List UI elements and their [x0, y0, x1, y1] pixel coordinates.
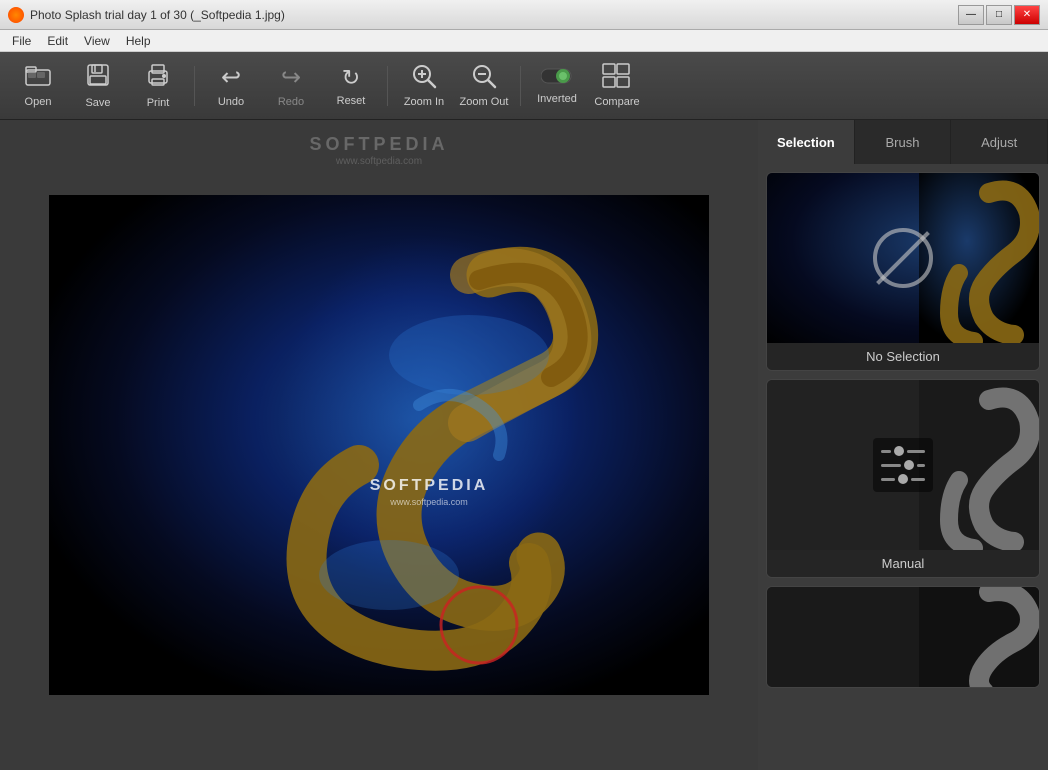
save-label: Save — [85, 97, 110, 109]
separator-3 — [520, 66, 521, 106]
no-selection-icon — [873, 228, 933, 288]
image-canvas: SOFTPEDIA www.softpedia.com — [49, 195, 709, 695]
title-bar: Photo Splash trial day 1 of 30 (_Softped… — [0, 0, 1048, 30]
redo-button[interactable]: ↪ Redo — [263, 58, 319, 114]
redo-icon: ↪ — [281, 63, 301, 92]
app-icon — [8, 7, 24, 23]
print-icon — [145, 63, 171, 93]
menu-edit[interactable]: Edit — [39, 32, 76, 50]
compare-icon — [602, 63, 632, 92]
no-selection-card[interactable]: No Selection — [766, 172, 1040, 371]
inverted-button[interactable]: Inverted — [529, 58, 585, 114]
manual-preview — [767, 380, 1039, 550]
zoom-out-icon — [471, 63, 497, 92]
separator-2 — [387, 66, 388, 106]
photo-image: SOFTPEDIA www.softpedia.com — [49, 195, 709, 695]
reset-icon: ↻ — [342, 65, 360, 91]
tab-selection[interactable]: Selection — [758, 120, 855, 164]
manual-label: Manual — [767, 550, 1039, 577]
main-area: SOFTPEDIA www.softpedia.com SOFTPEDIA ww… — [0, 120, 1048, 770]
close-button[interactable]: ✕ — [1014, 5, 1040, 25]
zoom-out-label: Zoom Out — [460, 96, 509, 108]
open-button[interactable]: Open — [10, 58, 66, 114]
undo-label: Undo — [218, 96, 244, 108]
toolbar: Open Save Print ↩ Undo ↪ Redo ↻ Reset Zo… — [0, 52, 1048, 120]
reset-label: Reset — [337, 95, 366, 107]
zoom-in-button[interactable]: Zoom In — [396, 58, 452, 114]
inverted-icon — [541, 66, 573, 89]
zoom-in-icon — [411, 63, 437, 92]
save-icon — [86, 63, 110, 93]
maximize-button[interactable]: □ — [986, 5, 1012, 25]
print-button[interactable]: Print — [130, 58, 186, 114]
open-label: Open — [25, 96, 52, 108]
compare-label: Compare — [594, 96, 639, 108]
third-preview — [767, 587, 1039, 687]
window-controls: — □ ✕ — [958, 5, 1040, 25]
open-icon — [25, 64, 51, 92]
svg-text:SOFTPEDIA: SOFTPEDIA — [370, 477, 489, 494]
tab-brush[interactable]: Brush — [855, 120, 952, 164]
right-panel: Selection Brush Adjust — [758, 120, 1048, 770]
menu-help[interactable]: Help — [118, 32, 159, 50]
minimize-button[interactable]: — — [958, 5, 984, 25]
print-label: Print — [147, 97, 170, 109]
panel-content: No Selection — [758, 164, 1048, 770]
manual-card[interactable]: Manual — [766, 379, 1040, 578]
tab-adjust[interactable]: Adjust — [951, 120, 1048, 164]
svg-text:www.softpedia.com: www.softpedia.com — [389, 497, 468, 507]
third-card[interactable] — [766, 586, 1040, 688]
undo-button[interactable]: ↩ Undo — [203, 58, 259, 114]
softpedia-watermark: SOFTPEDIA — [309, 134, 448, 155]
menu-file[interactable]: File — [4, 32, 39, 50]
save-button[interactable]: Save — [70, 58, 126, 114]
separator-1 — [194, 66, 195, 106]
zoom-in-label: Zoom In — [404, 96, 444, 108]
softpedia-url-watermark: www.softpedia.com — [336, 156, 422, 167]
tab-bar: Selection Brush Adjust — [758, 120, 1048, 164]
compare-button[interactable]: Compare — [589, 58, 645, 114]
no-selection-preview — [767, 173, 1039, 343]
no-selection-label: No Selection — [767, 343, 1039, 370]
redo-label: Redo — [278, 96, 304, 108]
reset-button[interactable]: ↻ Reset — [323, 58, 379, 114]
manual-sliders-icon — [873, 438, 933, 492]
menu-bar: File Edit View Help — [0, 30, 1048, 52]
undo-icon: ↩ — [221, 63, 241, 92]
menu-view[interactable]: View — [76, 32, 118, 50]
inverted-label: Inverted — [537, 93, 577, 105]
zoom-out-button[interactable]: Zoom Out — [456, 58, 512, 114]
window-title: Photo Splash trial day 1 of 30 (_Softped… — [30, 8, 958, 22]
canvas-area[interactable]: SOFTPEDIA www.softpedia.com SOFTPEDIA ww… — [0, 120, 758, 770]
